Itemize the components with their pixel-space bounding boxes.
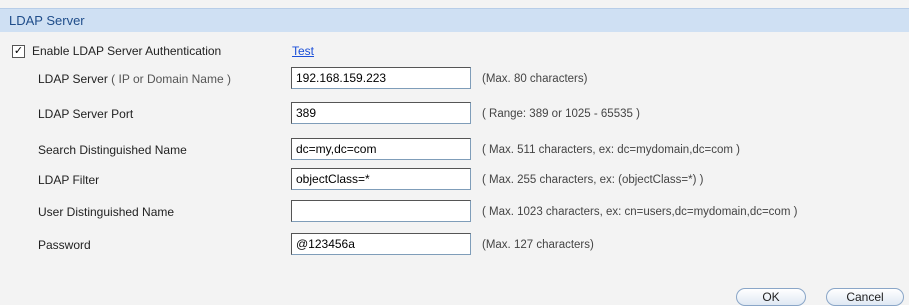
field-row-password: Password (Max. 127 characters) xyxy=(0,233,909,257)
section-title: LDAP Server xyxy=(9,13,85,28)
ldap-filter-input[interactable] xyxy=(291,168,471,190)
field-label-text: LDAP Server Port xyxy=(38,107,134,121)
field-row-ldap-server-port: LDAP Server Port ( Range: 389 or 1025 - … xyxy=(0,102,909,126)
field-row-user-dn: User Distinguished Name ( Max. 1023 char… xyxy=(0,200,909,224)
field-row-ldap-server: LDAP Server ( IP or Domain Name ) (Max. … xyxy=(0,67,909,91)
field-label-text: LDAP Filter xyxy=(38,173,100,187)
ldap-server-input[interactable] xyxy=(291,67,471,89)
enable-ldap-label: Enable LDAP Server Authentication xyxy=(32,44,222,58)
field-note: ( Max. 255 characters, ex: (objectClass=… xyxy=(482,174,704,186)
field-note: (Max. 80 characters) xyxy=(482,73,588,85)
ldap-server-port-input[interactable] xyxy=(291,102,471,124)
field-label: LDAP Filter xyxy=(38,173,99,187)
field-note: (Max. 127 characters) xyxy=(482,239,594,251)
field-label: LDAP Server ( IP or Domain Name ) xyxy=(38,72,231,86)
field-label: LDAP Server Port xyxy=(38,107,133,121)
user-dn-input[interactable] xyxy=(291,200,471,222)
field-note: ( Max. 1023 characters, ex: cn=users,dc=… xyxy=(482,206,798,218)
field-label-text: User Distinguished Name xyxy=(38,205,175,219)
field-label: Search Distinguished Name xyxy=(38,143,187,157)
field-label-text: LDAP Server xyxy=(38,72,108,86)
field-label-text: Search Distinguished Name xyxy=(38,143,187,157)
field-label-hint: ( IP or Domain Name ) xyxy=(111,72,231,86)
ok-button[interactable]: OK xyxy=(736,288,806,306)
field-label: User Distinguished Name xyxy=(38,205,174,219)
ldap-server-panel: LDAP Server ✓ Enable LDAP Server Authent… xyxy=(0,0,909,306)
field-row-ldap-filter: LDAP Filter ( Max. 255 characters, ex: (… xyxy=(0,168,909,192)
cancel-button[interactable]: Cancel xyxy=(826,288,904,306)
enable-ldap-checkbox[interactable]: ✓ xyxy=(12,45,25,58)
search-dn-input[interactable] xyxy=(291,138,471,160)
section-header: LDAP Server xyxy=(0,8,909,32)
field-note: ( Range: 389 or 1025 - 65535 ) xyxy=(482,108,640,120)
field-label: Password xyxy=(38,238,91,252)
field-row-search-dn: Search Distinguished Name ( Max. 511 cha… xyxy=(0,138,909,162)
field-note: ( Max. 511 characters, ex: dc=mydomain,d… xyxy=(482,144,740,156)
field-label-text: Password xyxy=(38,238,91,252)
test-link[interactable]: Test xyxy=(292,44,314,58)
password-input[interactable] xyxy=(291,233,471,255)
